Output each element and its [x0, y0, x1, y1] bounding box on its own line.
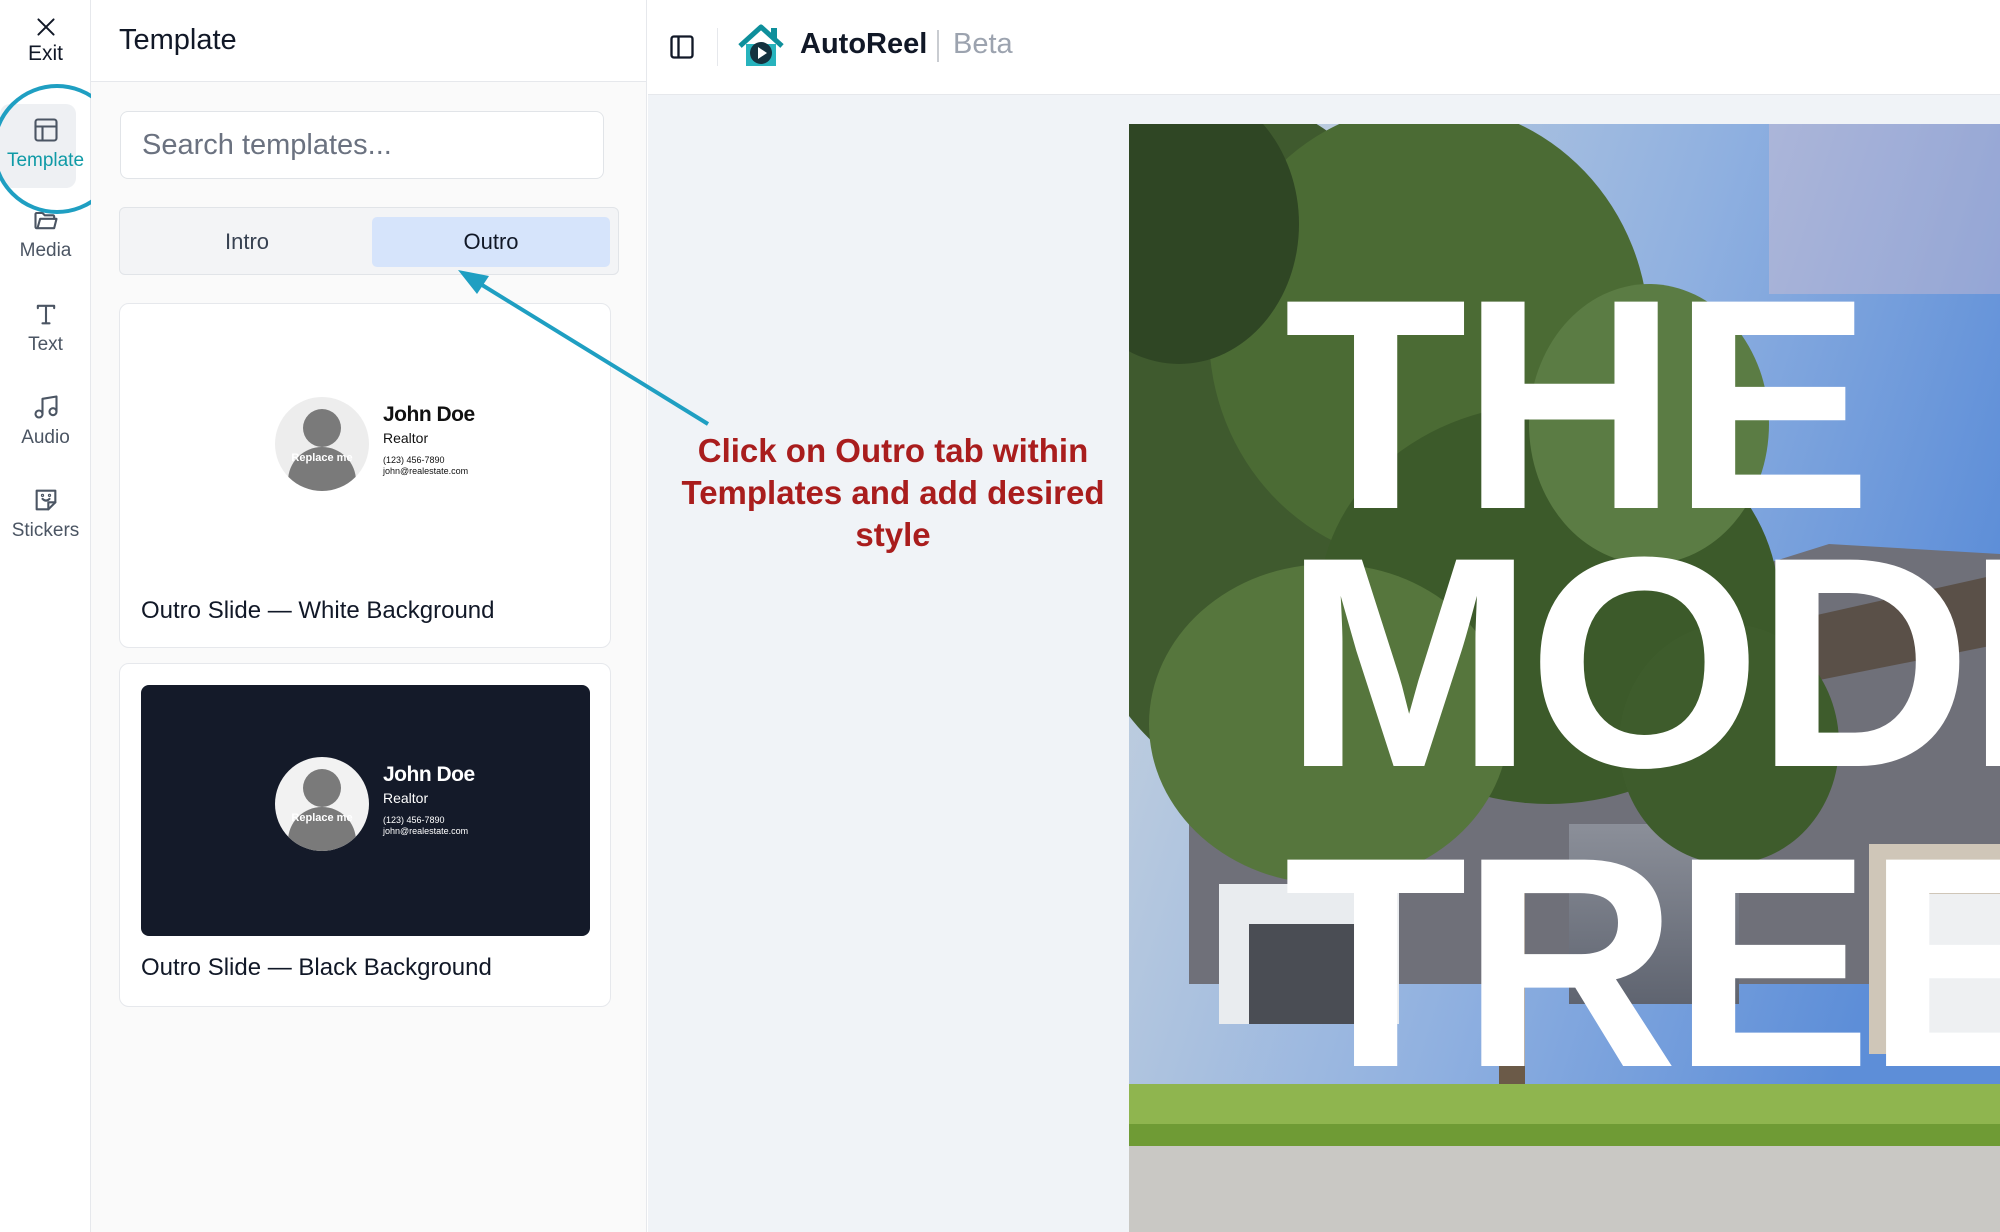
- template-icon: [33, 118, 58, 142]
- video-canvas[interactable]: THE MODE TREEH: [1129, 124, 2000, 1232]
- panel-header: Template: [91, 0, 646, 82]
- person-role: Realtor: [383, 790, 429, 806]
- person-phone: (123) 456-7890: [383, 455, 445, 465]
- text-icon: [36, 304, 55, 325]
- brand-separator: [937, 30, 939, 62]
- avatar-head: [303, 409, 341, 447]
- template-card-outro-black[interactable]: Replace me John Doe Realtor (123) 456-78…: [119, 663, 611, 1007]
- sticker-icon: [35, 489, 56, 511]
- folder-icon: [33, 211, 58, 230]
- exit-button[interactable]: Exit: [0, 14, 91, 66]
- person-role: Realtor: [383, 430, 429, 446]
- person-email: john@realestate.com: [383, 466, 469, 476]
- autoreel-logo-icon: [738, 24, 784, 66]
- template-preview: Replace me John Doe Realtor (123) 456-78…: [141, 685, 590, 936]
- rail-item-audio[interactable]: Audio: [0, 393, 91, 449]
- template-tabs: Intro Outro: [119, 207, 619, 275]
- exit-label: Exit: [27, 42, 63, 65]
- annotation-callout-text: Click on Outro tab within Templates and …: [681, 432, 1105, 553]
- template-card-name: Outro Slide — Black Background: [141, 954, 492, 981]
- rail-item-text[interactable]: Text: [0, 300, 91, 356]
- template-panel: Template Search templates... Intro Outro…: [91, 0, 647, 1232]
- beta-badge: Beta: [953, 28, 1013, 60]
- avatar: Replace me: [275, 757, 369, 851]
- avatar-placeholder-text: Replace me: [291, 812, 353, 824]
- avatar: Replace me: [275, 397, 369, 491]
- icon-rail: Exit Template Media Text Audio Stickers: [0, 0, 122, 1232]
- top-bar: AutoReel Beta: [648, 0, 2000, 95]
- person-name: John Doe: [383, 403, 475, 426]
- rail-item-label: Stickers: [11, 520, 80, 541]
- canvas-title-line-2: MODE: [1284, 494, 2000, 830]
- rail-item-label: Media: [19, 240, 72, 261]
- contact-info: John Doe Realtor (123) 456-7890 john@rea…: [383, 403, 475, 476]
- avatar-head: [303, 769, 341, 807]
- person-email: john@realestate.com: [383, 826, 469, 836]
- toolbar-divider: [717, 28, 718, 66]
- search-input[interactable]: Search templates...: [120, 111, 604, 179]
- template-preview: Replace me John Doe Realtor (123) 456-78…: [141, 325, 590, 576]
- person-name: John Doe: [383, 763, 475, 786]
- brand-name: AutoReel: [800, 28, 928, 60]
- rail-item-stickers[interactable]: Stickers: [0, 486, 91, 542]
- person-phone: (123) 456-7890: [383, 815, 445, 825]
- rail-item-label: Text: [28, 334, 63, 355]
- rail-item-label: Audio: [21, 427, 70, 448]
- panel-title: Template: [119, 24, 237, 56]
- tab-outro[interactable]: Outro: [372, 217, 610, 267]
- tab-intro[interactable]: Intro: [128, 217, 366, 267]
- sidebar-toggle-icon: [670, 35, 694, 59]
- close-icon: [36, 18, 55, 36]
- music-icon: [33, 395, 58, 419]
- rail-item-label: Template: [6, 150, 85, 171]
- contact-info: John Doe Realtor (123) 456-7890 john@rea…: [383, 763, 475, 836]
- avatar-placeholder-text: Replace me: [291, 452, 353, 464]
- rail-item-template[interactable]: Template: [0, 116, 91, 172]
- sidebar-toggle-button[interactable]: [668, 33, 696, 61]
- template-card-name: Outro Slide — White Background: [141, 597, 495, 624]
- rail-item-media[interactable]: Media: [0, 206, 91, 262]
- canvas-title-line-3: TREEH: [1284, 794, 2000, 1130]
- template-card-outro-white[interactable]: Replace me John Doe Realtor (123) 456-78…: [119, 303, 611, 648]
